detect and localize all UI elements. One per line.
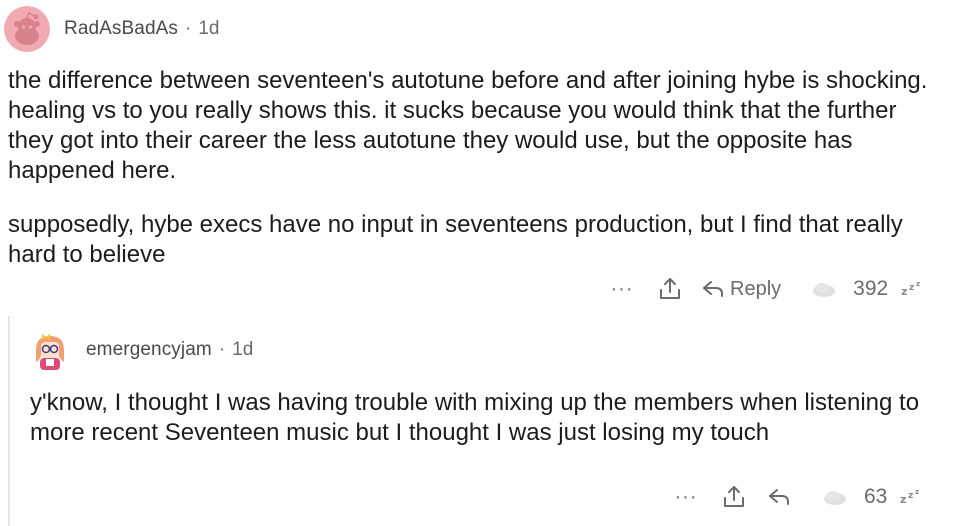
- more-options-button[interactable]: ···: [608, 278, 636, 301]
- meta-separator: ·: [218, 339, 226, 360]
- timestamp: 1d: [232, 339, 254, 360]
- reply-button[interactable]: Reply: [702, 278, 781, 301]
- timestamp: 1d: [198, 18, 220, 39]
- reply-label: Reply: [730, 277, 782, 300]
- vote-count: 392: [853, 277, 889, 300]
- child-comment-header: emergencyjam · 1d: [28, 328, 253, 372]
- custom-avatar-icon: [28, 328, 72, 372]
- comment-text: y'know, I thought I was having trouble w…: [30, 389, 920, 446]
- svg-text:z: z: [916, 280, 920, 288]
- svg-text:z: z: [900, 493, 906, 506]
- meta-separator: ·: [185, 18, 192, 39]
- snoo-avatar-icon: [4, 6, 50, 52]
- comment-paragraph: the difference between seventeen's autot…: [8, 67, 928, 184]
- more-options-button[interactable]: ···: [672, 486, 700, 509]
- svg-text:z: z: [915, 488, 919, 496]
- reply-arrow-icon: [703, 281, 723, 297]
- vote-count: 63: [864, 485, 888, 508]
- award-icon[interactable]: [811, 280, 837, 298]
- reply-arrow-icon[interactable]: [768, 487, 790, 507]
- zzz-icon[interactable]: z z z: [900, 279, 924, 299]
- svg-text:z: z: [908, 491, 913, 501]
- svg-text:z: z: [909, 283, 914, 293]
- share-icon[interactable]: [722, 484, 746, 510]
- username[interactable]: RadAsBadAs: [64, 18, 178, 40]
- username[interactable]: emergencyjam: [86, 339, 212, 361]
- avatar[interactable]: [28, 328, 72, 372]
- comment-paragraph: supposedly, hybe execs have no input in …: [8, 211, 903, 268]
- award-icon[interactable]: [822, 488, 848, 506]
- svg-text:z: z: [901, 285, 907, 298]
- parent-comment-actions: ··· Reply 392 z z z: [608, 276, 924, 302]
- zzz-icon[interactable]: z z z: [899, 487, 923, 507]
- child-comment-actions: ··· 63 z z z: [672, 484, 923, 510]
- share-icon[interactable]: [658, 276, 682, 302]
- thread-line[interactable]: [8, 316, 10, 526]
- parent-comment-header: RadAsBadAs · 1d: [4, 6, 219, 52]
- avatar[interactable]: [4, 6, 50, 52]
